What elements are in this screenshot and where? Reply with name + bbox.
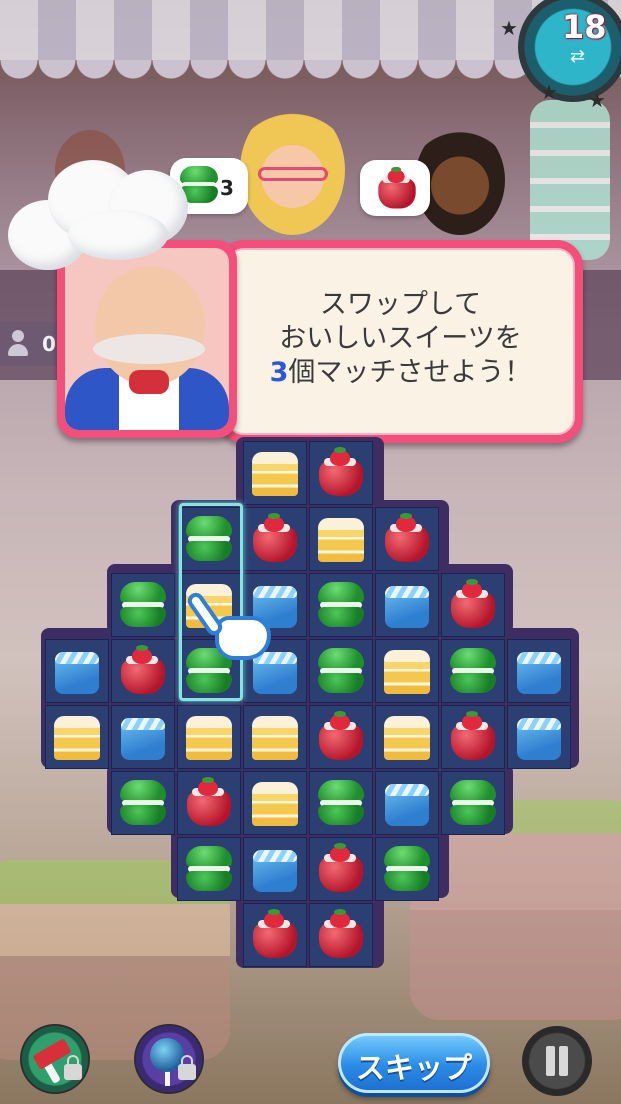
- board-cell[interactable]: [375, 573, 439, 637]
- board-cell[interactable]: [375, 837, 439, 901]
- board-cell[interactable]: [441, 771, 505, 835]
- macaron-candy-icon: [382, 846, 432, 892]
- board-cell[interactable]: [309, 507, 373, 571]
- cake-candy-icon: [316, 516, 366, 562]
- board-cell[interactable]: [243, 441, 307, 505]
- board-cell[interactable]: [177, 837, 241, 901]
- cake-candy-icon: [250, 780, 300, 826]
- match3-board: [0, 0, 621, 1104]
- board-cell[interactable]: [309, 441, 373, 505]
- board-cell[interactable]: [309, 573, 373, 637]
- jelly-candy-icon: [250, 909, 300, 958]
- cake-candy-icon: [250, 714, 300, 760]
- cube-candy-icon: [52, 648, 102, 694]
- cake-candy-icon: [250, 450, 300, 496]
- board-cell[interactable]: [243, 771, 307, 835]
- board-cell[interactable]: [243, 705, 307, 769]
- cube-candy-icon: [118, 714, 168, 760]
- cake-pop-booster-button[interactable]: [134, 1024, 204, 1094]
- cake-candy-icon: [382, 648, 432, 694]
- board-cell[interactable]: [375, 639, 439, 703]
- jelly-candy-icon: [316, 711, 366, 760]
- macaron-candy-icon: [448, 648, 498, 694]
- jelly-candy-icon: [250, 513, 300, 562]
- cube-candy-icon: [514, 648, 564, 694]
- board-cell[interactable]: [45, 639, 109, 703]
- jelly-candy-icon: [316, 447, 366, 496]
- jelly-candy-icon: [382, 513, 432, 562]
- board-cell[interactable]: [177, 705, 241, 769]
- board-cell[interactable]: [111, 705, 175, 769]
- skip-label: スキップ: [355, 1051, 472, 1085]
- jelly-candy-icon: [448, 579, 498, 628]
- board-cell[interactable]: [309, 837, 373, 901]
- board-cell[interactable]: [309, 771, 373, 835]
- cake-candy-icon: [52, 714, 102, 760]
- pause-icon: [546, 1046, 555, 1076]
- cake-candy-icon: [382, 714, 432, 760]
- macaron-candy-icon: [316, 780, 366, 826]
- jelly-candy-icon: [448, 711, 498, 760]
- board-cell[interactable]: [111, 639, 175, 703]
- lock-icon: [64, 1055, 82, 1080]
- board-cell[interactable]: [441, 573, 505, 637]
- board-cell[interactable]: [177, 771, 241, 835]
- jelly-candy-icon: [316, 909, 366, 958]
- board-cell[interactable]: [111, 573, 175, 637]
- macaron-candy-icon: [118, 780, 168, 826]
- macaron-candy-icon: [118, 582, 168, 628]
- macaron-candy-icon: [184, 846, 234, 892]
- cube-candy-icon: [250, 846, 300, 892]
- board-cell[interactable]: [507, 705, 571, 769]
- board-cell[interactable]: [375, 705, 439, 769]
- cube-candy-icon: [382, 582, 432, 628]
- board-cell[interactable]: [45, 705, 109, 769]
- macaron-candy-icon: [316, 582, 366, 628]
- board-cell[interactable]: [243, 837, 307, 901]
- jelly-candy-icon: [316, 843, 366, 892]
- tutorial-hand-icon: [184, 586, 279, 670]
- macaron-candy-icon: [316, 648, 366, 694]
- board-cell[interactable]: [243, 903, 307, 967]
- board-cell[interactable]: [111, 771, 175, 835]
- jelly-candy-icon: [118, 645, 168, 694]
- board-cell[interactable]: [507, 639, 571, 703]
- jelly-candy-icon: [184, 777, 234, 826]
- board-cell[interactable]: [243, 507, 307, 571]
- macaron-candy-icon: [448, 780, 498, 826]
- board-cell[interactable]: [375, 507, 439, 571]
- board-cell[interactable]: [309, 903, 373, 967]
- hammer-booster-button[interactable]: [20, 1024, 90, 1094]
- cube-candy-icon: [514, 714, 564, 760]
- board-cell[interactable]: [375, 771, 439, 835]
- board-cell[interactable]: [441, 639, 505, 703]
- lock-icon: [178, 1055, 196, 1080]
- skip-button[interactable]: スキップ: [338, 1033, 490, 1093]
- pause-button[interactable]: [522, 1026, 592, 1096]
- board-cell[interactable]: [309, 705, 373, 769]
- board-cell[interactable]: [441, 705, 505, 769]
- board-cell[interactable]: [309, 639, 373, 703]
- cube-candy-icon: [382, 780, 432, 826]
- cake-candy-icon: [184, 714, 234, 760]
